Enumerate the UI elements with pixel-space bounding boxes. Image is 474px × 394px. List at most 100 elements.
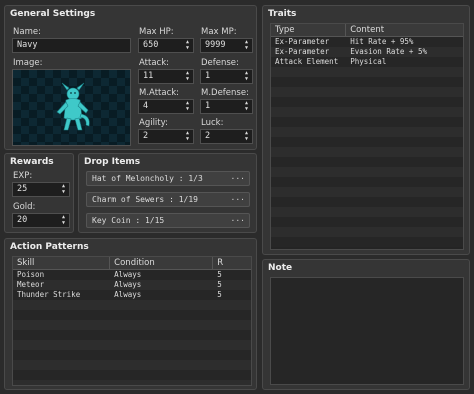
empty-row[interactable] [271,77,463,87]
empty-row[interactable] [271,207,463,217]
defense-value: 1 [205,71,211,81]
empty-row[interactable] [271,167,463,177]
column-header-content[interactable]: Content [346,24,463,36]
empty-row[interactable] [271,187,463,197]
spin-arrows-icon[interactable]: ▲ ▼ [60,214,67,226]
empty-row[interactable] [13,300,251,310]
empty-row[interactable] [13,340,251,350]
drop-item-3[interactable]: Key Coin : 1/15 ··· [86,213,250,228]
defense-stepper[interactable]: 1 ▲ ▼ [200,69,253,84]
empty-row[interactable] [271,97,463,107]
traits-panel: Traits Type Content Ex-Parameter Hit Rat… [262,5,470,255]
gold-stepper[interactable]: 20 ▲ ▼ [12,213,70,228]
action-patterns-panel: Action Patterns Skill Condition R Poison… [4,238,257,390]
empty-row[interactable] [13,370,251,380]
general-settings-panel: General Settings Name: Navy Image: Max H… [4,5,257,150]
spin-arrows-icon[interactable]: ▲ ▼ [243,39,250,51]
note-textarea[interactable] [270,277,464,385]
skill-cell: Poison [17,270,45,279]
attack-label: Attack: [139,58,169,68]
max-mp-stepper[interactable]: 9999 ▲ ▼ [200,38,253,53]
spin-arrows-icon[interactable]: ▲ ▼ [60,183,67,195]
max-mp-label: Max MP: [201,27,237,37]
general-settings-title: General Settings [10,9,96,19]
table-row[interactable]: Thunder Strike Always 5 [13,290,251,300]
drop-item-label: Hat of Meloncholy : 1/3 [92,174,203,183]
table-header: Type Content [271,24,463,37]
empty-row[interactable] [13,350,251,360]
rating-cell: 5 [217,290,222,299]
name-field[interactable]: Navy [12,38,131,53]
exp-stepper[interactable]: 25 ▲ ▼ [12,182,70,197]
spin-arrows-icon[interactable]: ▲ ▼ [184,70,191,82]
max-mp-value: 9999 [205,40,226,50]
luck-label: Luck: [201,118,224,128]
column-header-condition[interactable]: Condition [110,257,214,269]
enemy-image-picker[interactable] [12,69,131,146]
luck-stepper[interactable]: 2 ▲ ▼ [200,129,253,144]
empty-row[interactable] [271,107,463,117]
empty-row[interactable] [271,147,463,157]
drop-items-panel: Drop Items Hat of Meloncholy : 1/3 ··· C… [78,153,257,233]
drop-item-1[interactable]: Hat of Meloncholy : 1/3 ··· [86,171,250,186]
empty-row[interactable] [271,227,463,237]
empty-row[interactable] [271,217,463,227]
spin-arrows-icon[interactable]: ▲ ▼ [184,100,191,112]
empty-row[interactable] [271,177,463,187]
gold-label: Gold: [13,202,36,212]
note-title: Note [268,263,293,273]
empty-row[interactable] [13,310,251,320]
traits-table[interactable]: Type Content Ex-Parameter Hit Rate + 95%… [270,23,464,250]
action-patterns-table[interactable]: Skill Condition R Poison Always 5 Meteor… [12,256,252,386]
more-icon[interactable]: ··· [231,172,245,185]
m-attack-value: 4 [143,101,149,111]
drop-item-label: Key Coin : 1/15 [92,216,165,225]
column-header-skill[interactable]: Skill [13,257,111,269]
gold-value: 20 [17,215,28,225]
table-row[interactable]: Ex-Parameter Hit Rate + 95% [271,37,463,47]
empty-row[interactable] [13,380,251,385]
empty-row[interactable] [271,197,463,207]
agility-label: Agility: [139,118,168,128]
spin-arrows-icon[interactable]: ▲ ▼ [184,39,191,51]
drop-item-label: Charm of Sewers : 1/19 [92,195,198,204]
spin-arrows-icon[interactable]: ▲ ▼ [184,130,191,142]
skill-cell: Meteor [17,280,45,289]
spin-arrows-icon[interactable]: ▲ ▼ [243,100,250,112]
empty-row[interactable] [271,127,463,137]
trait-type-cell: Attack Element [275,57,339,66]
table-row[interactable]: Meteor Always 5 [13,280,251,290]
max-hp-stepper[interactable]: 650 ▲ ▼ [138,38,194,53]
exp-label: EXP: [13,171,33,181]
m-attack-label: M.Attack: [139,88,180,98]
column-header-rating[interactable]: R [213,257,251,269]
empty-row[interactable] [13,330,251,340]
empty-row[interactable] [13,360,251,370]
spin-arrows-icon[interactable]: ▲ ▼ [243,70,250,82]
empty-row[interactable] [271,67,463,77]
agility-value: 2 [143,131,149,141]
table-row[interactable]: Poison Always 5 [13,270,251,280]
m-defense-stepper[interactable]: 1 ▲ ▼ [200,99,253,114]
empty-row[interactable] [271,117,463,127]
attack-stepper[interactable]: 11 ▲ ▼ [138,69,194,84]
note-panel: Note [262,259,470,390]
m-attack-stepper[interactable]: 4 ▲ ▼ [138,99,194,114]
table-row[interactable]: Ex-Parameter Evasion Rate + 5% [271,47,463,57]
empty-row[interactable] [271,137,463,147]
skill-cell: Thunder Strike [17,290,81,299]
empty-row[interactable] [271,87,463,97]
more-icon[interactable]: ··· [231,193,245,206]
empty-row[interactable] [271,157,463,167]
more-icon[interactable]: ··· [231,214,245,227]
column-header-type[interactable]: Type [271,24,347,36]
spin-arrows-icon[interactable]: ▲ ▼ [243,130,250,142]
condition-cell: Always [114,270,142,279]
trait-type-cell: Ex-Parameter [275,47,330,56]
empty-row[interactable] [13,320,251,330]
table-row[interactable]: Attack Element Physical [271,57,463,67]
traits-title: Traits [268,9,297,19]
empty-row[interactable] [271,237,463,247]
agility-stepper[interactable]: 2 ▲ ▼ [138,129,194,144]
drop-item-2[interactable]: Charm of Sewers : 1/19 ··· [86,192,250,207]
